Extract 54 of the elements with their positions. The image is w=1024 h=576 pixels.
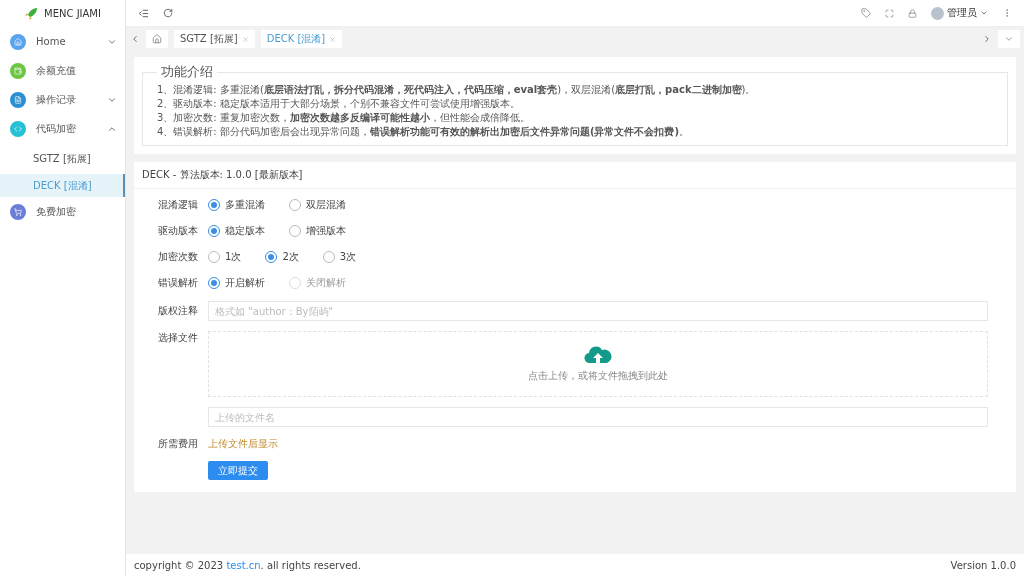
page-tab[interactable]: SGTZ [拓展] — [174, 30, 255, 48]
radio-label[interactable]: 双层混淆 — [306, 198, 346, 212]
radio-label[interactable]: 1次 — [225, 250, 242, 264]
collapse-menu-icon[interactable] — [138, 7, 149, 19]
field-label: 错误解析 — [157, 276, 198, 290]
intro-line: 3、加密次数: 重复加密次数，加密次数越多反编译可能性越小，但性能会成倍降低。 — [157, 111, 531, 125]
version-text: Version 1.0.0 — [950, 559, 1016, 571]
form-title: DECK - 算法版本: 1.0.0 [最新版本] — [134, 162, 1016, 189]
fee-value: 上传文件后显示 — [208, 437, 278, 451]
lock-icon[interactable] — [908, 8, 917, 18]
radio-label[interactable]: 稳定版本 — [225, 224, 265, 238]
caret-icon — [980, 9, 988, 17]
cloud-upload-icon — [584, 345, 612, 365]
chevron-down-icon — [1004, 34, 1014, 44]
intro-line: 4、错误解析: 部分代码加密后会出现异常问题，错误解析功能可有效的解析出加密后文件异常问题(异常文件不会扣费)。 — [157, 125, 691, 139]
sidebar-subitem[interactable]: SGTZ [拓展] — [0, 147, 125, 170]
site-link[interactable]: test.cn — [226, 559, 261, 571]
field-label: 驱动版本 — [157, 224, 198, 238]
radio-label[interactable]: 2次 — [282, 250, 299, 264]
user-menu[interactable]: 管理员 — [931, 6, 988, 20]
scroll-right-icon[interactable] — [982, 34, 992, 44]
radio-label[interactable]: 开启解析 — [225, 276, 265, 290]
sidebar-item[interactable]: 余额充值 — [0, 56, 125, 85]
field-label: 所需费用 — [157, 437, 198, 451]
home-icon — [152, 34, 162, 44]
intro-line: 1、混淆逻辑: 多重混淆(底层语法打乱，拆分代码混淆，死代码注入，代码压缩，eval套壳)，双层混淆(底层打乱，pack二进制加密)。 — [157, 83, 757, 97]
copyright-text: copyright © 2023 test.cn. all rights reserved. — [134, 559, 361, 571]
radio-label[interactable]: 3次 — [339, 250, 357, 264]
field-label: 混淆逻辑 — [157, 198, 198, 212]
upload-area[interactable]: 点击上传，或将文件拖拽到此处 — [208, 331, 988, 397]
rocket-icon — [24, 6, 39, 21]
app-title: MENC JIAMI — [44, 8, 101, 19]
avatar-icon — [931, 6, 944, 20]
field-label: 版权注释 — [157, 304, 198, 318]
user-name: 管理员 — [947, 6, 977, 20]
tab-menu[interactable] — [998, 30, 1020, 48]
tag-icon[interactable] — [861, 8, 871, 18]
intro-title: 功能介绍 — [160, 63, 214, 81]
sidebar-item[interactable]: Home — [0, 27, 125, 56]
fullscreen-icon[interactable] — [885, 8, 894, 18]
close-icon[interactable] — [329, 35, 337, 43]
field-label: 选择文件 — [157, 331, 198, 345]
home-tab[interactable] — [146, 30, 168, 48]
field-label: 加密次数 — [157, 250, 198, 264]
sidebar-item[interactable]: 免费加密 — [0, 197, 125, 226]
upload-hint: 点击上传，或将文件拖拽到此处 — [528, 369, 668, 383]
intro-line: 2、驱动版本: 稳定版本适用于大部分场景，个别不兼容文件可尝试使用增强版本。 — [157, 97, 521, 111]
close-icon[interactable] — [241, 35, 249, 43]
sidebar-item[interactable]: 操作记录 — [0, 85, 125, 114]
refresh-icon[interactable] — [163, 8, 173, 18]
radio-label[interactable]: 增强版本 — [306, 224, 346, 238]
sidebar-item[interactable]: 代码加密 — [0, 114, 125, 143]
radio-label[interactable]: 多重混淆 — [225, 198, 265, 212]
scroll-left-icon[interactable] — [130, 34, 140, 44]
